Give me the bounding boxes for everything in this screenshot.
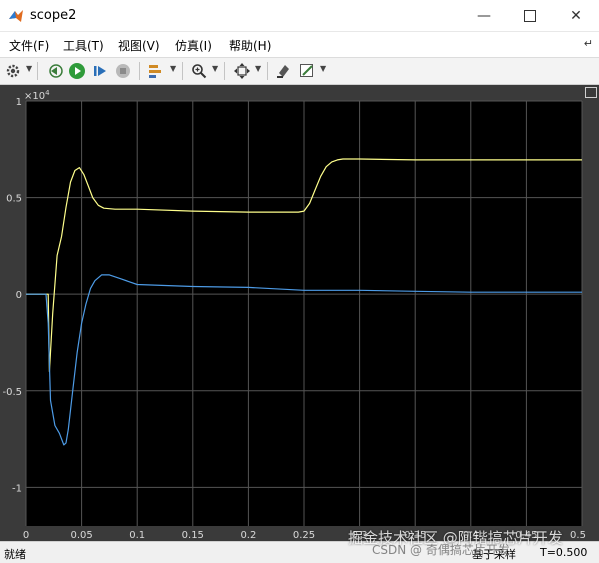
y-tick-label: 0 bbox=[16, 290, 22, 301]
stop-button[interactable] bbox=[113, 61, 133, 81]
step-forward-button[interactable] bbox=[90, 61, 110, 81]
highlight-icon bbox=[277, 65, 289, 78]
y-tick-label: 1 bbox=[16, 97, 22, 108]
settings-dropdown-icon[interactable]: ▼ bbox=[26, 64, 32, 73]
status-ready: 就绪 bbox=[4, 548, 26, 561]
scope-plot[interactable]: 0 0.05 0.1 0.15 0.2 0.25 0.3 0.35 0.4 0.45 0.5-1-0… bbox=[0, 85, 599, 541]
scope-display: 0 0.05 0.1 0.15 0.2 0.25 0.3 0.35 0.4 0.45 0.5 -1 -0… bbox=[0, 85, 599, 541]
x-tick-label: 0.05 bbox=[70, 530, 92, 541]
title-bar: scope2 — ✕ bbox=[0, 0, 599, 32]
fit-to-view-button[interactable] bbox=[232, 61, 252, 81]
triggers-dropdown-icon[interactable]: ▼ bbox=[170, 64, 176, 73]
run-icon bbox=[69, 63, 85, 79]
edit-style-icon bbox=[300, 64, 313, 77]
toolbar-separator bbox=[224, 62, 225, 80]
zoom-dropdown-icon[interactable]: ▼ bbox=[212, 64, 218, 73]
fit-to-view-icon bbox=[234, 63, 250, 79]
menu-file[interactable]: 文件(F) bbox=[9, 37, 49, 54]
chevron-right-icon[interactable]: ↵ bbox=[584, 37, 593, 50]
triggers-icon bbox=[149, 65, 161, 78]
stop-step-back-icon bbox=[49, 64, 63, 78]
y-tick-label: 0.5 bbox=[6, 194, 22, 205]
step-forward-icon bbox=[94, 66, 106, 76]
edit-style-button[interactable] bbox=[297, 61, 317, 81]
x-tick-label: 0.1 bbox=[129, 530, 145, 541]
x-tick-label: 0.25 bbox=[293, 530, 315, 541]
y-tick-label: -0.5 bbox=[2, 387, 22, 398]
run-button[interactable] bbox=[67, 61, 87, 81]
fit-dropdown-icon[interactable]: ▼ bbox=[255, 64, 261, 73]
menu-view[interactable]: 视图(V) bbox=[118, 37, 160, 54]
style-dropdown-icon[interactable]: ▼ bbox=[320, 64, 326, 73]
toolbar-separator bbox=[139, 62, 140, 80]
y-exponent-label: ×104 bbox=[24, 89, 50, 102]
highlight-button[interactable] bbox=[274, 61, 294, 81]
menu-help[interactable]: 帮助(H) bbox=[229, 37, 271, 54]
matlab-icon bbox=[9, 10, 23, 22]
menu-simulation[interactable]: 仿真(I) bbox=[175, 37, 212, 54]
stop-icon bbox=[116, 64, 130, 78]
window-title: scope2 bbox=[30, 8, 77, 23]
y-exponent-base: ×10 bbox=[24, 91, 45, 102]
step-back-button[interactable] bbox=[45, 61, 65, 81]
close-icon: ✕ bbox=[570, 7, 582, 24]
y-exponent-power: 4 bbox=[45, 89, 50, 97]
maximize-button[interactable] bbox=[507, 0, 553, 31]
watermark-subtext: CSDN @ 奇偶搞芯片开发 bbox=[372, 543, 510, 557]
close-button[interactable]: ✕ bbox=[553, 0, 599, 31]
minimize-icon: — bbox=[477, 7, 491, 24]
toolbar-separator bbox=[267, 62, 268, 80]
x-tick-label: 0.15 bbox=[182, 530, 204, 541]
menu-bar: 文件(F) 工具(T) 视图(V) 仿真(I) 帮助(H) ↵ bbox=[0, 33, 599, 57]
settings-button[interactable] bbox=[3, 61, 23, 81]
toolbar-separator bbox=[182, 62, 183, 80]
menu-tools[interactable]: 工具(T) bbox=[63, 37, 104, 54]
x-tick-label: 0 bbox=[23, 530, 29, 541]
x-tick-label: 0.5 bbox=[570, 530, 586, 541]
maximize-icon bbox=[524, 9, 536, 22]
y-tick-label: -1 bbox=[12, 483, 22, 494]
toolbar-separator bbox=[37, 62, 38, 80]
triggers-button[interactable] bbox=[146, 61, 166, 81]
zoom-button[interactable] bbox=[189, 61, 209, 81]
minimize-button[interactable]: — bbox=[461, 0, 507, 31]
x-tick-label: 0.2 bbox=[240, 530, 256, 541]
zoom-in-icon bbox=[192, 64, 207, 79]
gear-icon bbox=[6, 64, 20, 78]
toolbar: ▼ ▼ ▼ ▼ ▼ bbox=[0, 57, 599, 85]
